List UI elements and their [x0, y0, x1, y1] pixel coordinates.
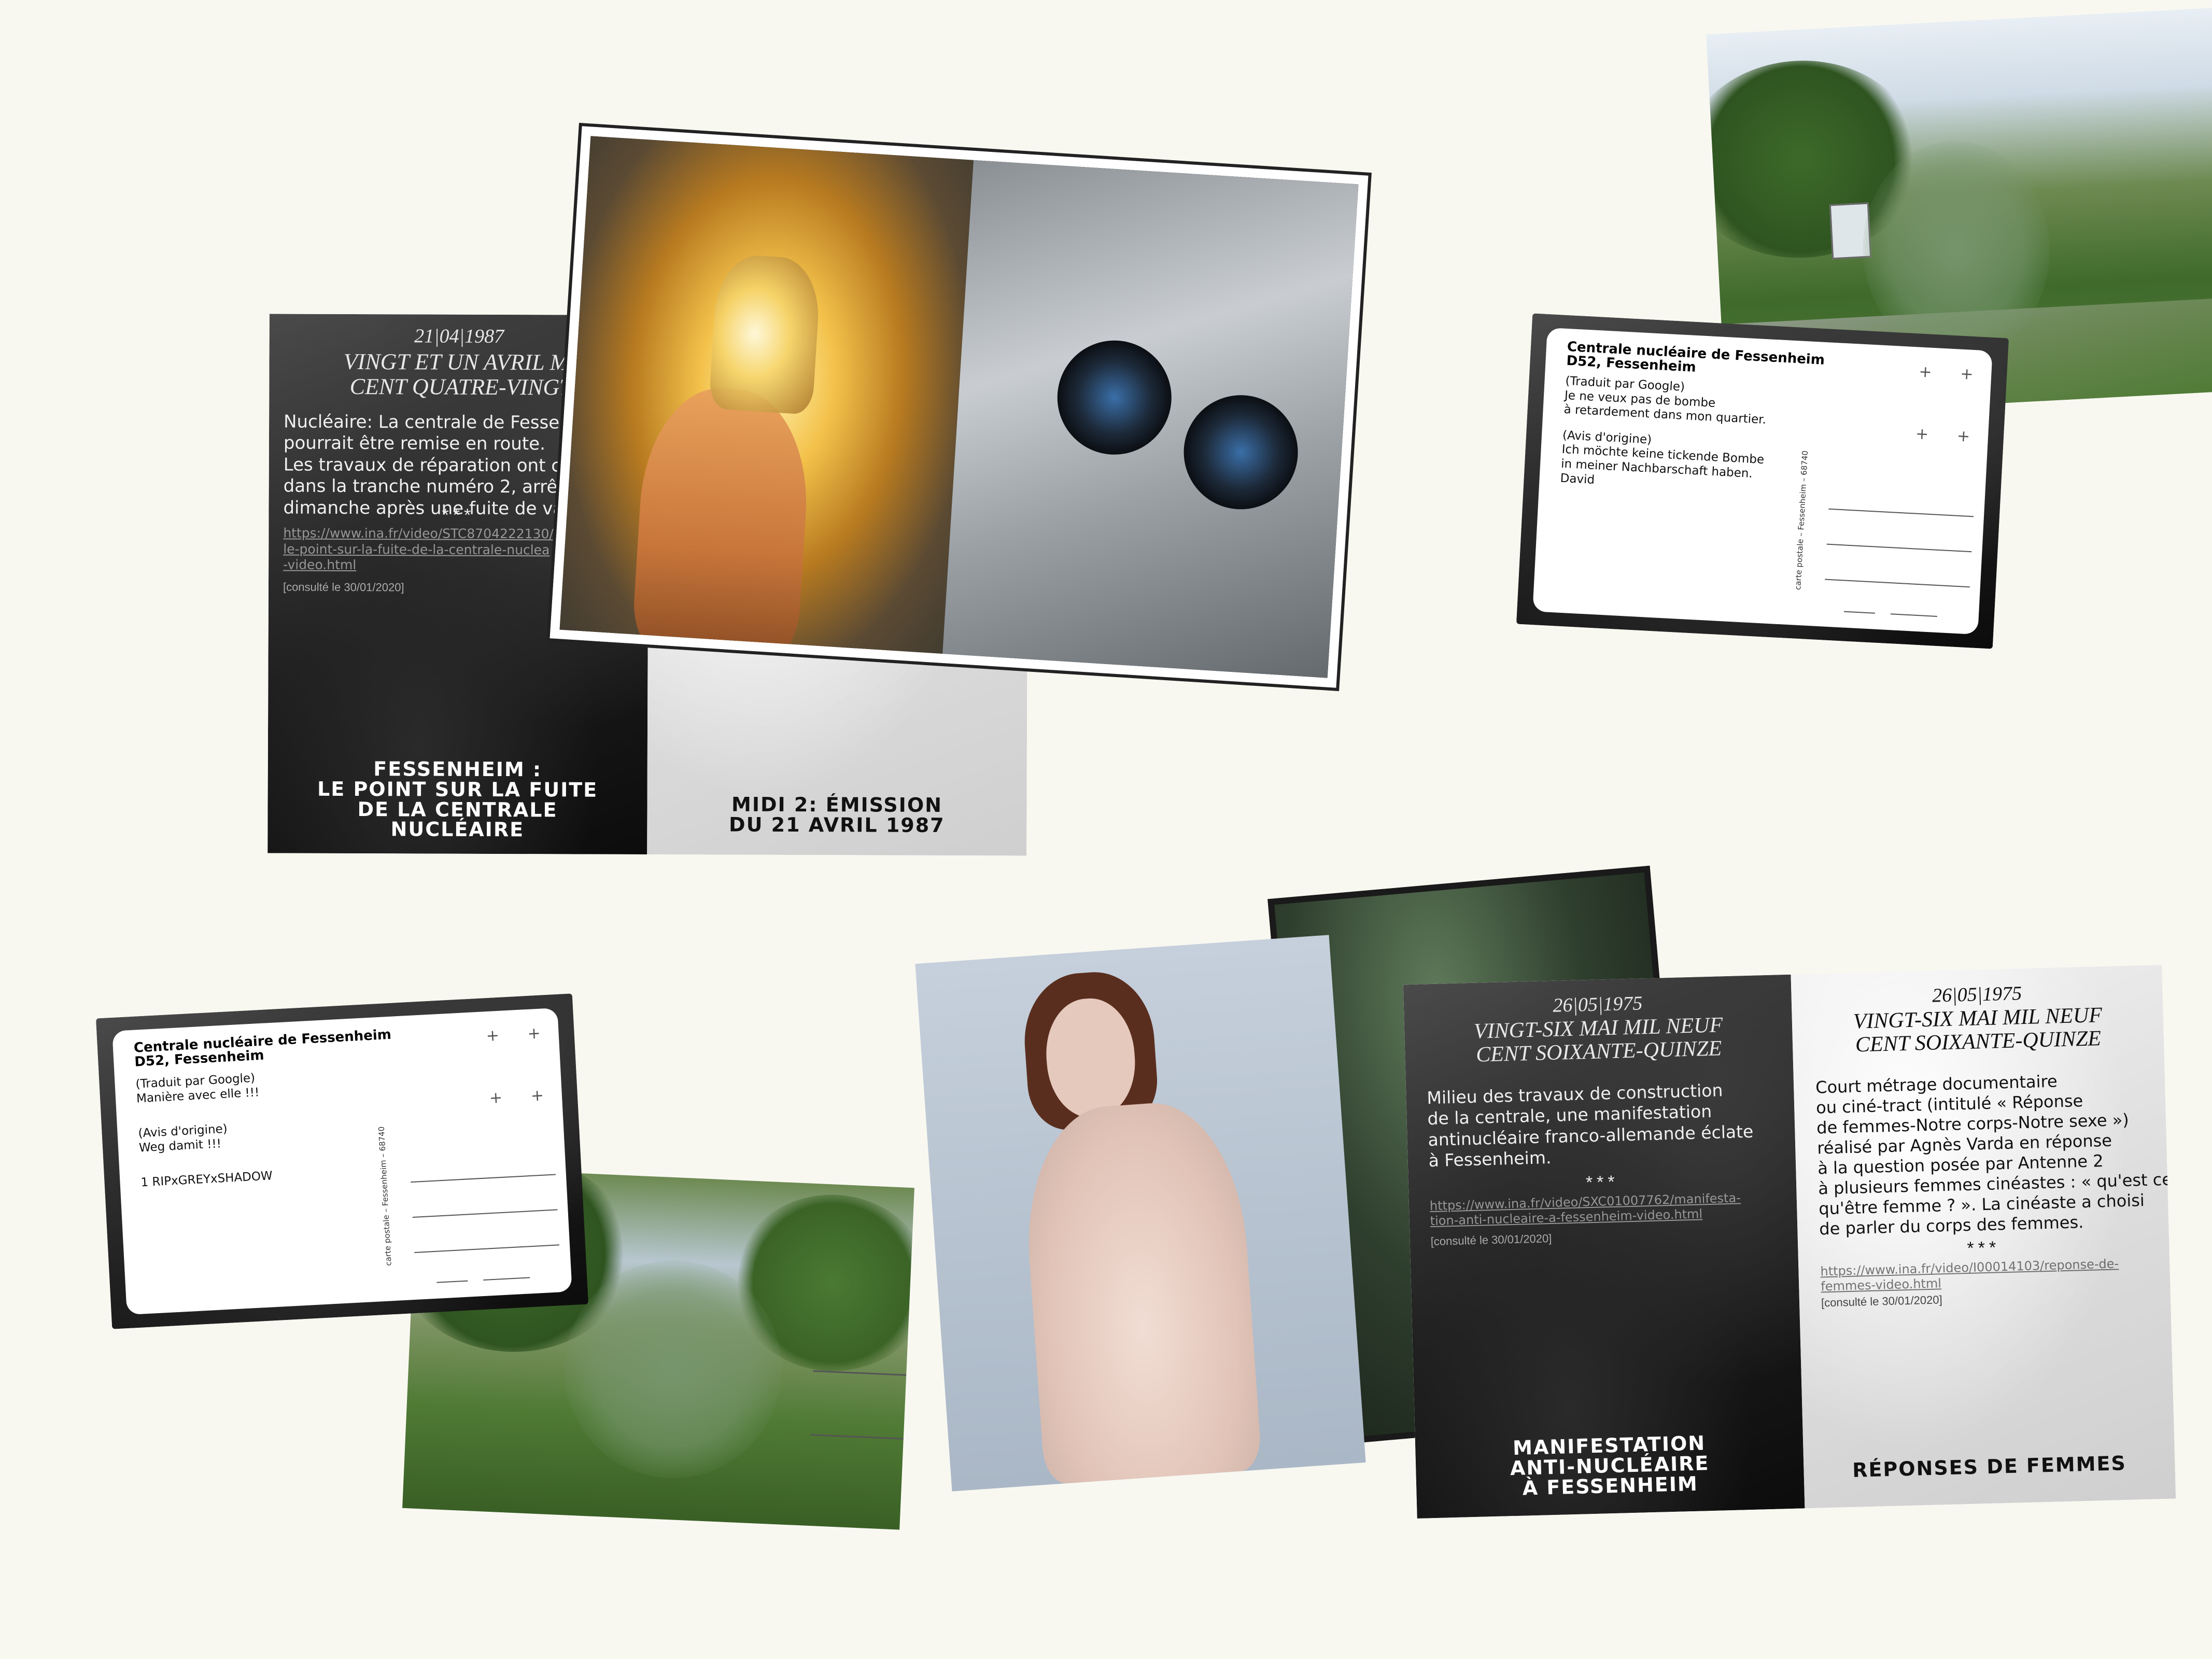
- postcard-title: Centrale nucléaire de Fessenheim D52, Fe…: [133, 1027, 392, 1070]
- right-heading: VINGT-SIX MAI MIL NEUF CENT SOIXANTE-QUI…: [1792, 1002, 2164, 1059]
- caption-line: DU 21 AVRIL 1987: [729, 813, 945, 837]
- postcard-message: (Traduit par Google) Manière avec elle !…: [135, 1071, 273, 1190]
- stamp-corner-mark: +: [527, 1024, 541, 1043]
- stamp-corner-mark: +: [1915, 425, 1929, 444]
- stamp-corner-mark: +: [530, 1086, 544, 1105]
- address-line: [414, 1244, 560, 1253]
- address-line: [1890, 613, 1937, 617]
- address-line: [1826, 543, 1972, 553]
- fence: [810, 1370, 907, 1440]
- stamp-corner-mark: +: [1918, 362, 1933, 382]
- video-stills-photo: [546, 122, 1372, 692]
- stamp-corner-mark: +: [1960, 364, 1974, 384]
- postcard-paper: Centrale nucléaire de Fessenheim D52, Fe…: [112, 1007, 572, 1315]
- bottle-shape: [708, 253, 822, 415]
- card-consulted-date: [consulté le 30/01/2020]: [283, 580, 404, 594]
- caption-line: DE LA CENTRALE: [357, 797, 558, 821]
- postcard-paper: Centrale nucléaire de Fessenheim D52, Fe…: [1532, 327, 1993, 635]
- address-line: [1843, 611, 1876, 614]
- caption-line: NUCLÉAIRE: [390, 818, 525, 841]
- stamp-corner-mark: +: [489, 1088, 503, 1107]
- stamp-corner-mark: +: [1956, 427, 1971, 446]
- postcard-vertical-label: carte postale – Fessenheim – 68740: [376, 1126, 393, 1267]
- right-body: Court métrage documentaire ou ciné-tract…: [1815, 1068, 2174, 1240]
- left-body: Milieu des travaux de construction de la…: [1427, 1079, 1754, 1171]
- postcard-title: Centrale nucléaire de Fessenheim D52, Fe…: [1566, 339, 1825, 382]
- woman-film-still: [915, 935, 1366, 1492]
- postcard-review-ripxgreyxshadow: Centrale nucléaire de Fessenheim D52, Fe…: [95, 993, 589, 1329]
- caption-line: MIDI 2: ÉMISSION: [731, 793, 943, 817]
- caption-line: FESSENHEIM :: [373, 757, 542, 781]
- address-line: [411, 1174, 556, 1183]
- card-caption-left: FESSENHEIM : LE POINT SUR LA FUITE DE LA…: [278, 757, 637, 841]
- postcard-review-david: Centrale nucléaire de Fessenheim D52, Fe…: [1516, 313, 2009, 649]
- left-caption: MANIFESTATION ANTI-NUCLÉAIRE À FESSENHEI…: [1426, 1431, 1794, 1501]
- postcard-message: (Traduit par Google) Je ne veux pas de b…: [1560, 374, 1768, 496]
- postcard-vertical-label: carte postale – Fessenheim – 68740: [1793, 450, 1810, 591]
- stamp-corner-mark: +: [485, 1026, 500, 1046]
- card-caption-right: MIDI 2: ÉMISSION DU 21 AVRIL 1987: [657, 793, 1016, 837]
- address-line: [412, 1209, 558, 1218]
- figure-body: [1019, 1097, 1263, 1485]
- fessenheim-1975-card: 26|05|1975 VINGT-SIX MAI MIL NEUF CENT S…: [1403, 965, 2176, 1519]
- address-line: [483, 1277, 530, 1281]
- caption-line: LE POINT SUR LA FUITE: [317, 777, 598, 802]
- address-line: [436, 1280, 468, 1283]
- address-line: [1825, 579, 1970, 588]
- address-line: [1828, 508, 1974, 517]
